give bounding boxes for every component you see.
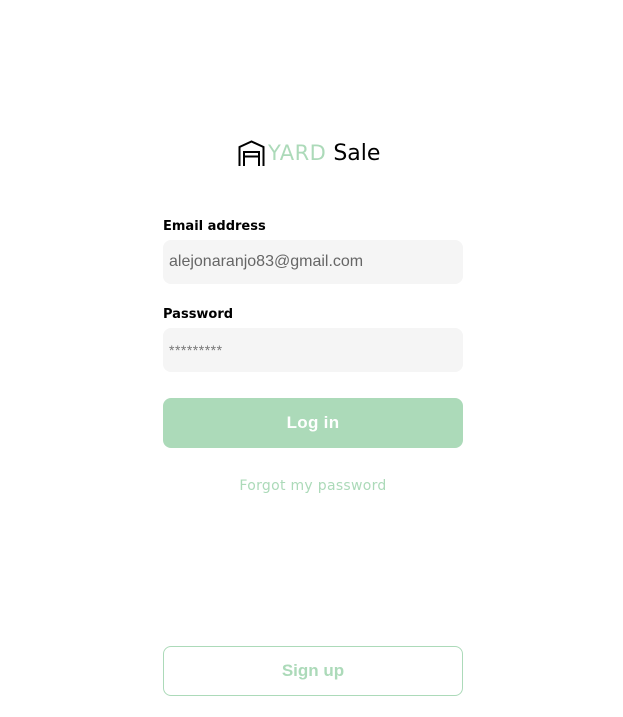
yard-sale-logo: YARD Sale	[238, 138, 380, 168]
password-label: Password	[163, 307, 234, 322]
garage-icon	[238, 139, 265, 166]
logo-text-yard: YARD	[268, 141, 327, 165]
password-field[interactable]	[163, 328, 463, 372]
login-form: Email address Password Log in Forgot my …	[163, 218, 463, 494]
email-field[interactable]	[163, 240, 463, 284]
login-button[interactable]: Log in	[163, 398, 463, 448]
logo-text-sale: Sale	[333, 140, 381, 166]
login-page: YARD Sale Email address Password Log in …	[0, 0, 623, 717]
forgot-password-link[interactable]: Forgot my password	[163, 478, 463, 494]
email-label: Email address	[163, 219, 266, 234]
signup-button[interactable]: Sign up	[163, 646, 463, 696]
